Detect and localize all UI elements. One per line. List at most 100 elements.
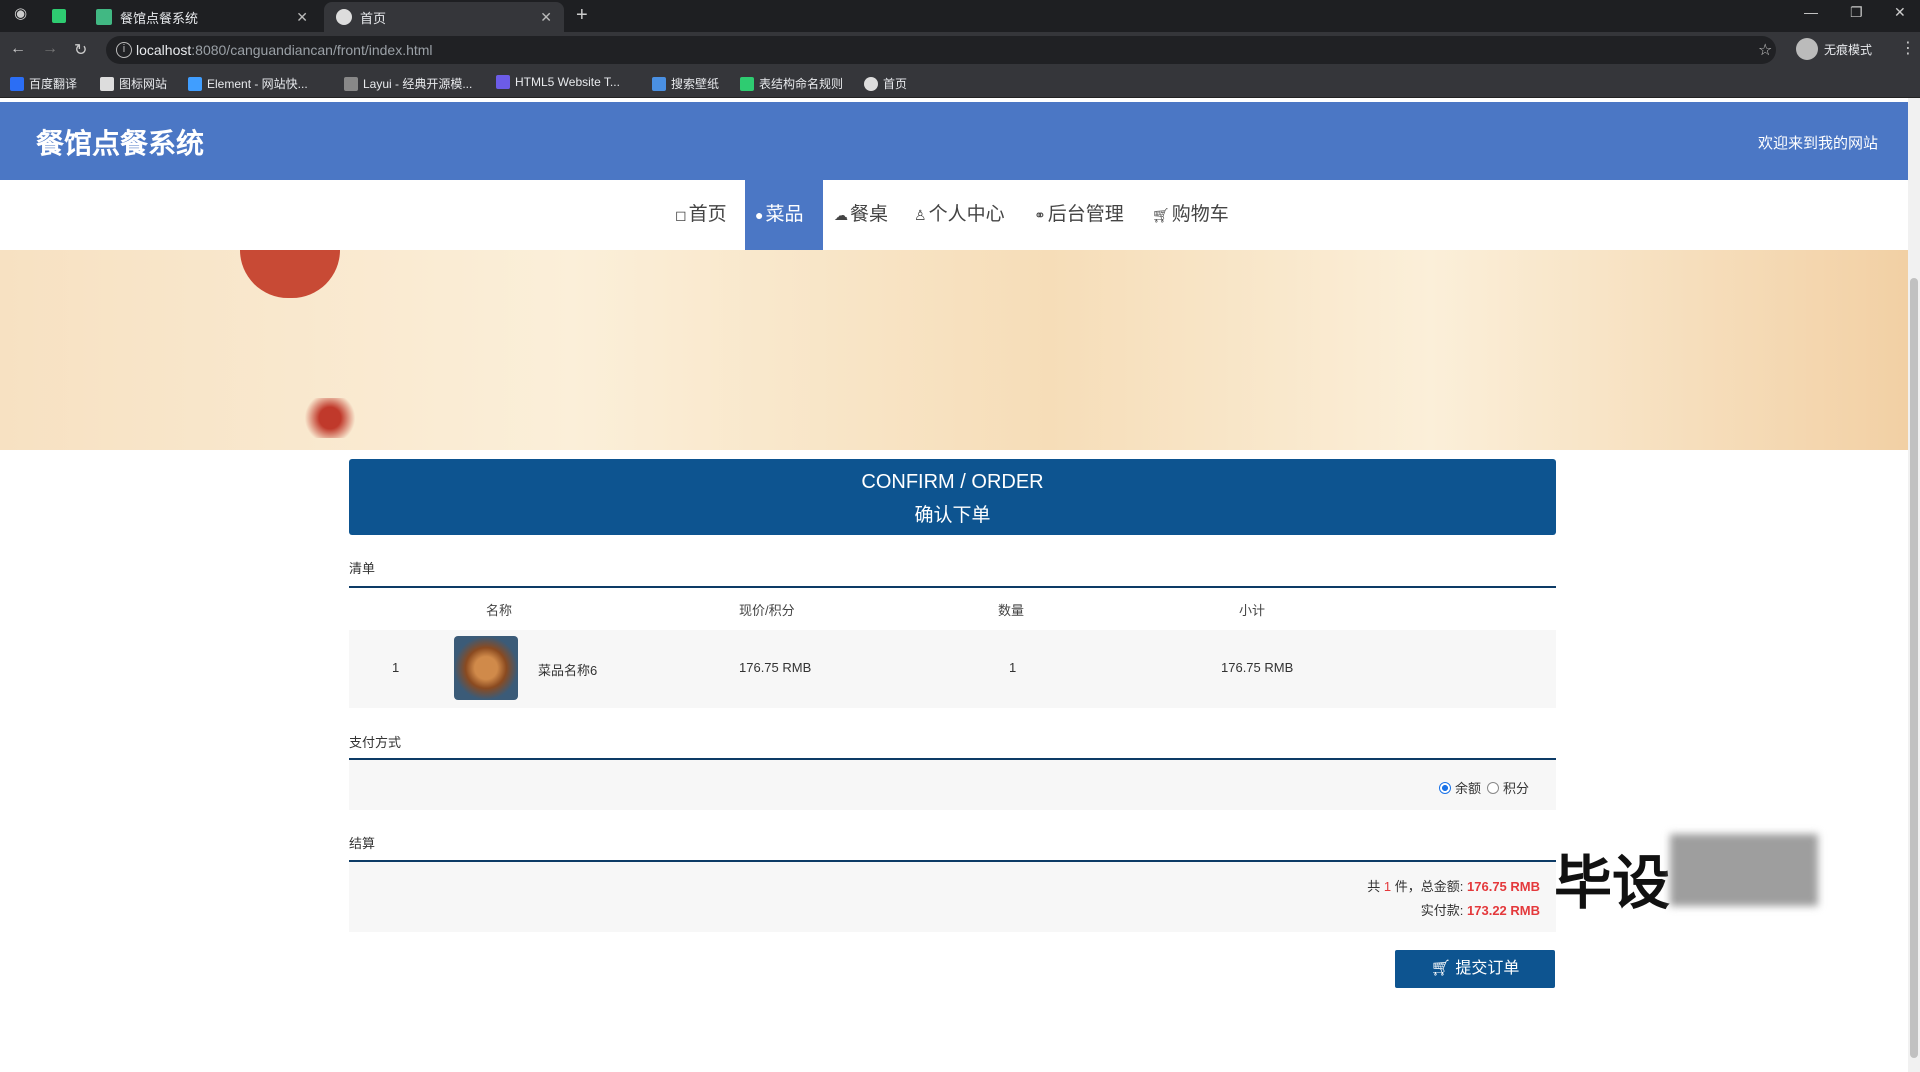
radio-button-checked[interactable]	[1439, 781, 1451, 794]
welcome-text: 欢迎来到我的网站	[1757, 135, 1878, 152]
settle-label: 结算	[349, 836, 376, 851]
flag-icon	[100, 76, 114, 91]
bookmark-item[interactable]: 首页	[864, 75, 907, 92]
main-nav: ◻ 首页 ● 菜品 ☁ 餐桌 ♙ 个人中心 ⚭ 后台管理 🛒︎ 购物车	[0, 180, 1908, 250]
dish-image[interactable]	[454, 636, 518, 700]
menu-icon[interactable]: ⋮	[1900, 38, 1916, 58]
close-window-button[interactable]: ✕	[1894, 4, 1906, 21]
col-header-price: 现价/积分	[739, 603, 795, 618]
address-bar: ← → ↻ i localhost:8080/canguandiancan/fr…	[0, 32, 1920, 68]
url-field[interactable]: i localhost:8080/canguandiancan/front/in…	[106, 36, 1776, 64]
confirm-title-en: CONFIRM / ORDER	[861, 471, 1044, 493]
confirm-title-zh: 确认下单	[914, 505, 991, 526]
pay-points-option[interactable]: 积分	[1487, 778, 1529, 797]
confirm-order-header: CONFIRM / ORDER 确认下单	[349, 459, 1556, 535]
item-count: 1	[1383, 879, 1392, 894]
payment-label: 支付方式	[349, 735, 402, 750]
bookmark-item[interactable]: 搜索壁纸	[652, 75, 719, 92]
user-icon: ♙	[914, 207, 927, 223]
dish-qty: 1	[1009, 660, 1017, 675]
restore-button[interactable]: ❐	[1850, 4, 1863, 21]
browser-window: ◉ 餐馆点餐系统 ✕ 首页 ✕ + — ❐ ✕ ← → ↻ i localhos…	[0, 0, 1920, 1072]
translate-icon	[10, 76, 24, 91]
profile-label: 无痕模式	[1824, 42, 1873, 57]
table-row: 1 菜品名称6 176.75 RMB 1 176.75 RMB	[349, 630, 1556, 708]
tab-restaurant[interactable]: 餐馆点餐系统 ✕	[84, 2, 320, 32]
nav-dishes[interactable]: ● 菜品	[745, 180, 823, 250]
tab-bar: ◉ 餐馆点餐系统 ✕ 首页 ✕ + — ❐ ✕	[0, 0, 1920, 32]
list-label: 清单	[349, 561, 376, 576]
submit-order-button[interactable]: 🛒︎ 提交订单	[1395, 950, 1555, 988]
banner-image	[0, 250, 1908, 450]
globe-icon	[336, 9, 352, 25]
globe-icon	[864, 76, 878, 91]
table-icon	[740, 76, 754, 91]
pay-balance-option[interactable]: 余额	[1439, 778, 1481, 797]
tab-home[interactable]: 首页 ✕	[324, 2, 564, 32]
new-tab-button[interactable]: +	[576, 4, 588, 27]
cart-icon: 🛒︎	[1152, 207, 1170, 223]
nav-profile[interactable]: ♙ 个人中心	[904, 180, 1015, 250]
flower-decoration	[300, 398, 360, 438]
col-header-name: 名称	[486, 603, 513, 618]
col-header-qty: 数量	[998, 603, 1025, 618]
minimize-button[interactable]: —	[1804, 4, 1818, 20]
scrollbar-thumb[interactable]	[1910, 278, 1918, 1058]
dish-subtotal: 176.75 RMB	[1221, 660, 1294, 675]
nav-tables[interactable]: ☁ 餐桌	[824, 180, 898, 250]
lantern-decoration	[240, 250, 340, 298]
watermark-text: 毕设	[1554, 851, 1671, 916]
paid-amount: 173.22 RMB	[1467, 903, 1540, 918]
nav-admin[interactable]: ⚭ 后台管理	[1024, 180, 1134, 250]
order-table: 名称 现价/积分 数量 小计 1 菜品名称6 176.75 RMB 1 176.…	[349, 588, 1556, 708]
info-icon[interactable]: i	[116, 42, 132, 58]
vue-icon	[96, 9, 112, 25]
tab-title: 餐馆点餐系统	[120, 10, 199, 26]
close-icon[interactable]: ✕	[540, 9, 552, 26]
bookmark-star-icon[interactable]: ☆	[1758, 40, 1772, 60]
element-icon	[188, 76, 202, 91]
site-header: 餐馆点餐系统 欢迎来到我的网站	[0, 102, 1908, 180]
html5-icon	[496, 75, 510, 89]
url-host: localhost	[136, 42, 192, 58]
dish-price: 176.75 RMB	[739, 660, 812, 675]
bookmarks-bar: 百度翻译 图标网站 Element - 网站快... Layui - 经典开源模…	[0, 68, 1920, 98]
dish-name[interactable]: 菜品名称6	[538, 660, 597, 679]
radio-button[interactable]	[1487, 781, 1499, 794]
nav-home[interactable]: ◻ 首页	[665, 180, 737, 250]
close-icon[interactable]: ✕	[296, 9, 308, 26]
wallpaper-icon	[652, 76, 666, 91]
bookmark-item[interactable]: 图标网站	[100, 75, 167, 92]
bookmark-item[interactable]: Element - 网站快...	[188, 75, 308, 92]
home-icon: ◻	[675, 207, 687, 223]
total-line: 共 1 件，总金额: 176.75 RMB	[1367, 879, 1540, 894]
link-icon: ⚭	[1034, 207, 1046, 223]
back-icon[interactable]: ←	[10, 40, 26, 58]
bookmark-item[interactable]: Layui - 经典开源模...	[344, 75, 472, 92]
paid-line: 实付款: 173.22 RMB	[1420, 903, 1540, 918]
app-icon	[52, 9, 66, 23]
url-path: :8080/canguandiancan/front/index.html	[191, 42, 433, 58]
blurred-watermark	[1670, 834, 1818, 906]
scrollbar[interactable]	[1908, 98, 1920, 1072]
cart-icon: 🛒︎	[1430, 960, 1451, 977]
settle-panel: 共 1 件，总金额: 176.75 RMB 实付款: 173.22 RMB	[349, 862, 1556, 932]
chrome-icon: ◉	[14, 5, 28, 22]
incognito-icon	[1796, 38, 1818, 60]
col-header-subtotal: 小计	[1239, 603, 1266, 618]
bookmark-item[interactable]: 表结构命名规则	[740, 75, 843, 92]
page-content: 餐馆点餐系统 欢迎来到我的网站 ◻ 首页 ● 菜品 ☁ 餐桌 ♙ 个人中心 ⚭ 后台管理 …	[0, 98, 1908, 1072]
bookmark-item[interactable]: HTML5 Website T...	[496, 75, 620, 89]
site-title: 餐馆点餐系统	[36, 128, 205, 159]
total-amount: 176.75 RMB	[1467, 879, 1540, 894]
tab-title: 首页	[360, 10, 387, 26]
forward-icon[interactable]: →	[42, 40, 58, 58]
nav-cart[interactable]: 🛒︎ 购物车	[1142, 180, 1239, 250]
incognito-profile[interactable]: 无痕模式	[1796, 38, 1872, 60]
reload-icon[interactable]: ↻	[74, 40, 87, 60]
payment-panel: 余额 积分	[349, 760, 1556, 810]
row-index: 1	[392, 660, 400, 675]
cloud-icon: ☁	[834, 207, 848, 223]
bookmark-item[interactable]: 百度翻译	[10, 75, 77, 92]
layui-icon	[344, 76, 358, 91]
